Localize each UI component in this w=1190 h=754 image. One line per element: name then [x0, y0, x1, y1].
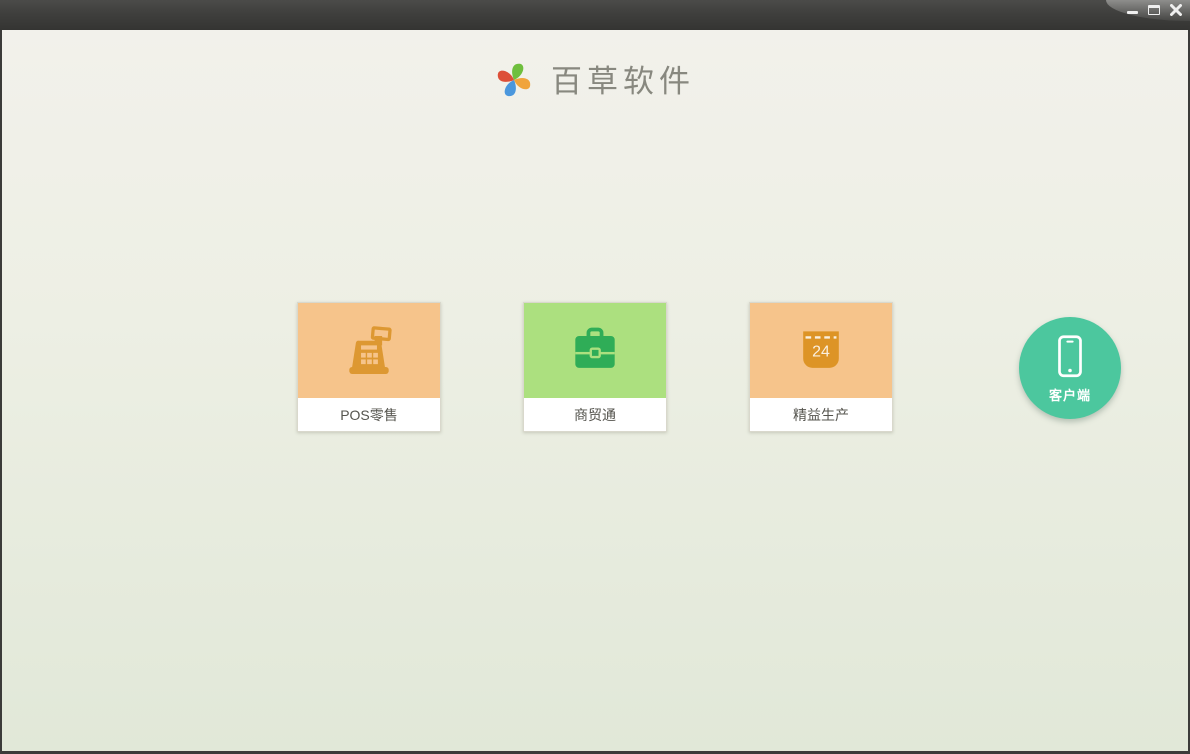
card-trade-art: [524, 303, 666, 398]
product-cards: POS零售 商贸通 24 精益生产: [2, 302, 1188, 432]
minimize-button[interactable]: [1122, 1, 1142, 18]
pinwheel-logo-icon: [497, 63, 531, 96]
client-button[interactable]: 客户端: [1019, 317, 1121, 419]
card-pos-label: POS零售: [298, 398, 440, 431]
maximize-icon: [1148, 4, 1160, 15]
maximize-button[interactable]: [1144, 1, 1164, 18]
smartphone-icon: [1058, 334, 1082, 377]
app-name: 百草软件: [551, 64, 695, 100]
card-trade-label: 商贸通: [524, 398, 666, 431]
main-content: 百草软件 POS零售 商贸通 24 精益生产 客户端: [0, 30, 1190, 754]
card-trade[interactable]: 商贸通: [523, 302, 667, 432]
card-pos-art: [298, 303, 440, 398]
card-pos-retail[interactable]: POS零售: [297, 302, 441, 432]
card-lean-label: 精益生产: [750, 398, 892, 431]
app-logo: 百草软件: [2, 56, 1188, 101]
minimize-icon: [1126, 10, 1138, 14]
titlebar[interactable]: [0, 0, 1190, 30]
cash-register-icon: [349, 325, 392, 374]
client-button-label: 客户端: [1048, 387, 1091, 403]
calendar-day-text: 24: [812, 343, 830, 360]
card-lean-art: 24: [750, 303, 892, 398]
calendar-icon: 24: [803, 330, 839, 368]
card-lean-production[interactable]: 24 精益生产: [749, 302, 893, 432]
close-icon: [1170, 3, 1182, 16]
close-button[interactable]: [1166, 1, 1186, 18]
briefcase-icon: [575, 327, 615, 368]
app-window: 百草软件 POS零售 商贸通 24 精益生产 客户端: [0, 0, 1190, 754]
